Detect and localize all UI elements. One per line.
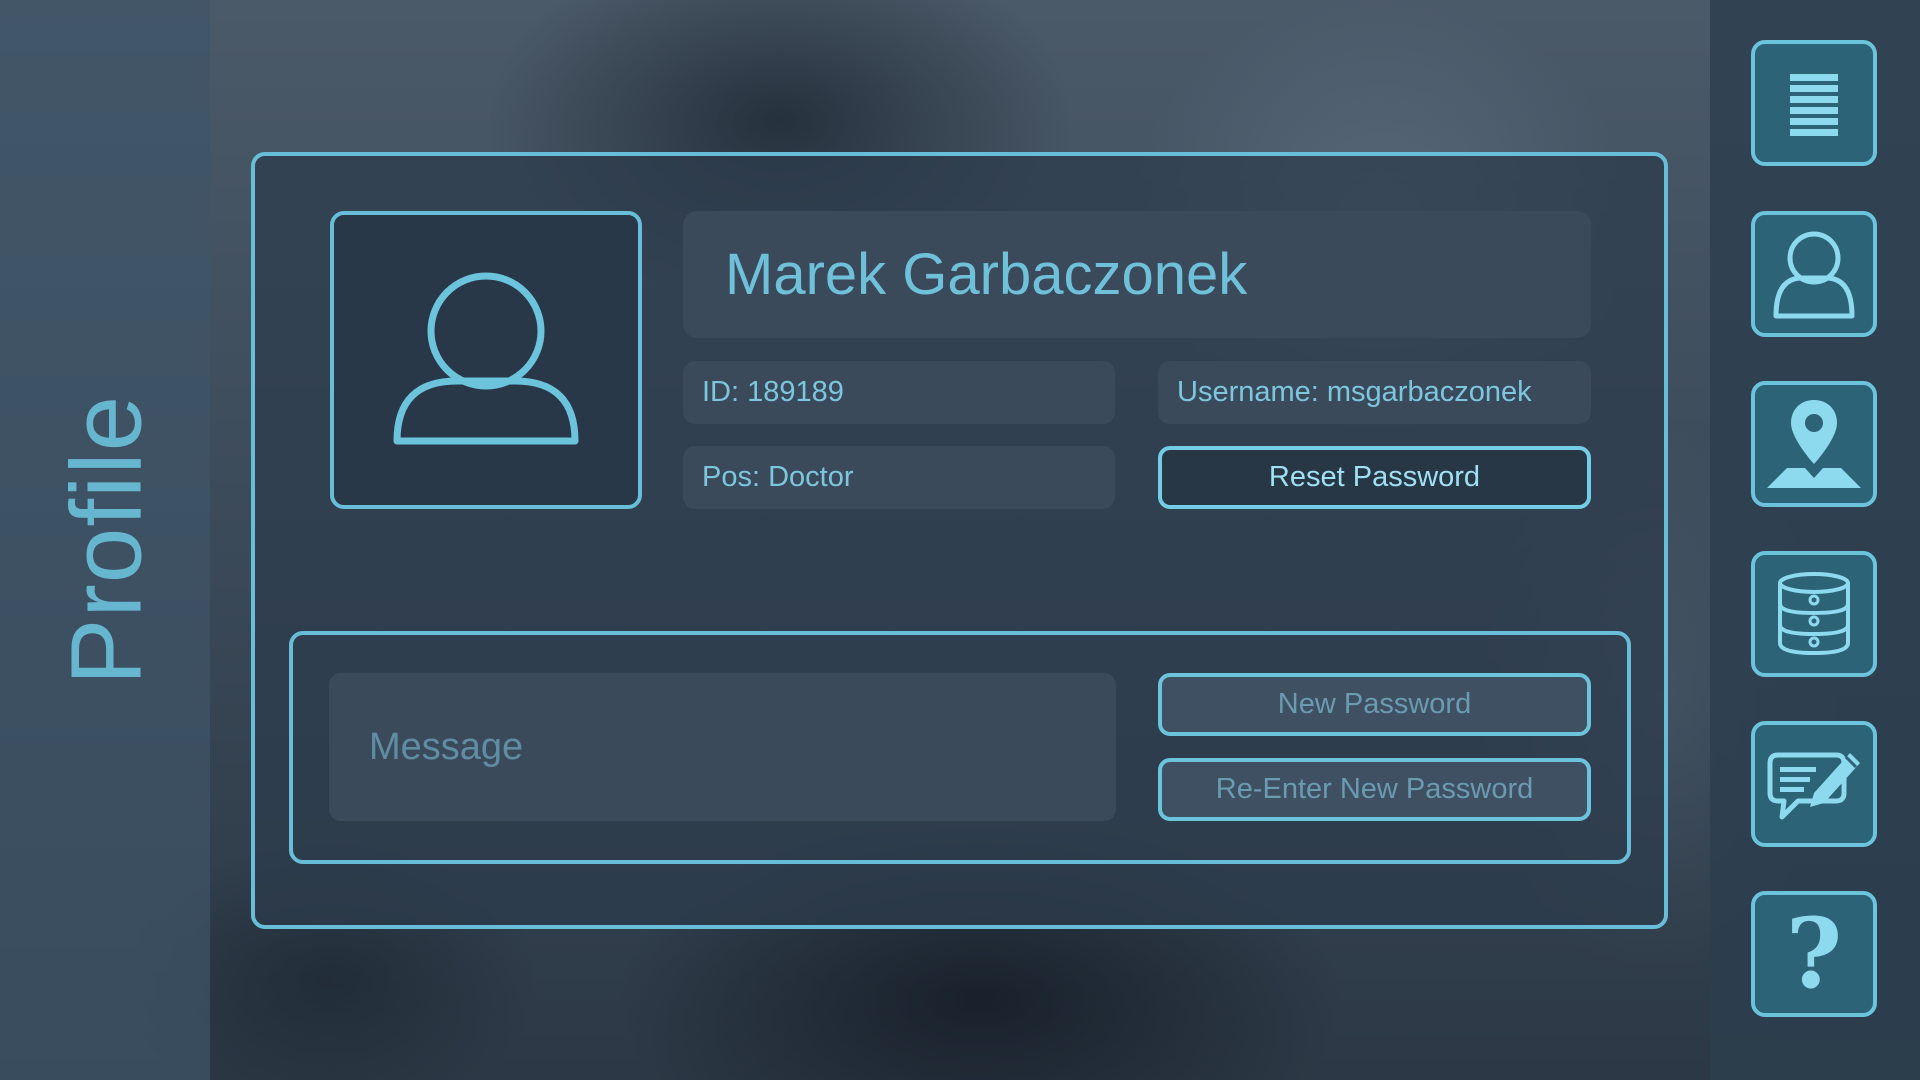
map-pin-icon xyxy=(1767,400,1861,488)
sidebar-title: Profile xyxy=(50,394,163,686)
chat-edit-icon xyxy=(1767,752,1860,820)
user-avatar-icon xyxy=(393,272,579,445)
help-icon: ? xyxy=(1785,897,1843,1010)
avatar xyxy=(330,211,642,509)
profile-id: ID: 189189 xyxy=(683,361,1115,424)
nav-button-database[interactable] xyxy=(1751,551,1877,677)
profile-username: Username: msgarbaczonek xyxy=(1158,361,1591,424)
new-password-input[interactable]: New Password xyxy=(1158,673,1591,736)
profile-screen: Profile ? Marek Garbaczonek ID: 189189 U… xyxy=(0,0,1920,1080)
nav-button-list[interactable] xyxy=(1751,40,1877,166)
profile-name: Marek Garbaczonek xyxy=(683,211,1591,338)
nav-button-location[interactable] xyxy=(1751,381,1877,507)
profile-position: Pos: Doctor xyxy=(683,446,1115,509)
nav-button-help[interactable]: ? xyxy=(1751,891,1877,1017)
reset-password-button[interactable]: Reset Password xyxy=(1158,446,1591,509)
message-input[interactable]: Message xyxy=(329,673,1116,821)
list-icon xyxy=(1790,74,1838,136)
nav-button-message[interactable] xyxy=(1751,721,1877,847)
left-sidebar: Profile xyxy=(0,0,210,1080)
database-icon xyxy=(1778,572,1850,656)
reenter-password-input[interactable]: Re-Enter New Password xyxy=(1158,758,1591,821)
user-icon xyxy=(1773,231,1855,319)
nav-button-profile[interactable] xyxy=(1751,211,1877,337)
